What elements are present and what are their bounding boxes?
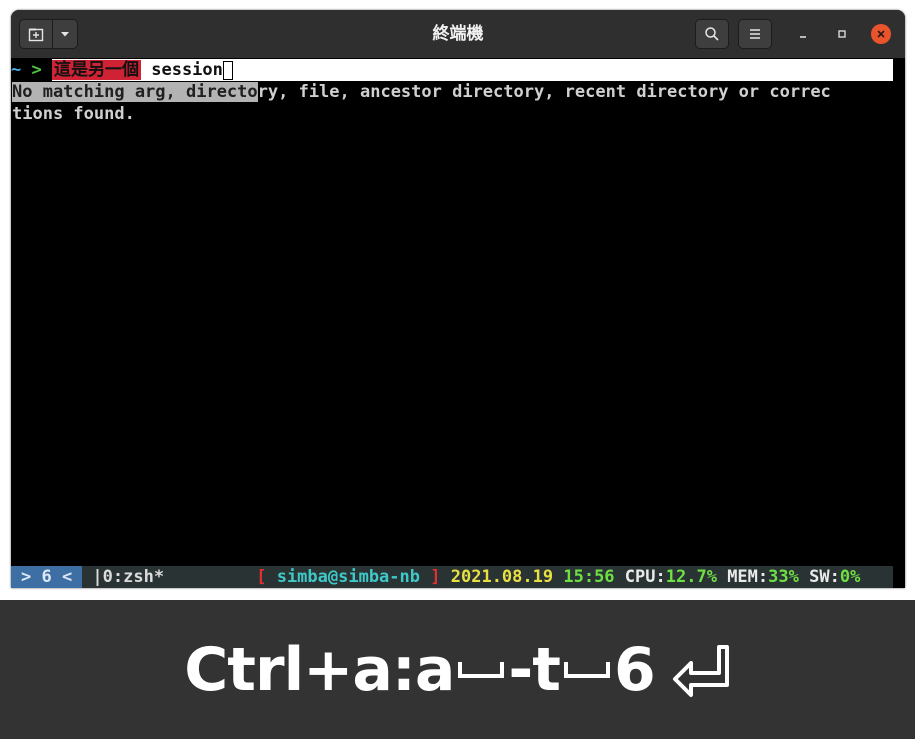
prompt-prefix: ~ > — [11, 59, 52, 81]
output-rest: ry, file, ancestor directory, recent dir… — [257, 82, 831, 102]
minimize-icon — [800, 36, 806, 38]
keystroke-caption: Ctrl+a:a -t 6 — [0, 600, 915, 739]
status-time: 15:56 — [563, 567, 615, 587]
caption-part-1: Ctrl+a:a — [184, 634, 455, 705]
output-line-2: tions found. — [12, 104, 135, 124]
minimize-button[interactable] — [793, 24, 813, 44]
maximize-icon — [838, 30, 846, 38]
title-bar: 終端機 — [11, 10, 905, 58]
status-date: 2021.08.19 — [450, 567, 554, 587]
close-icon — [877, 30, 885, 38]
maximize-button[interactable] — [832, 24, 852, 44]
status-window-indicator[interactable]: > 6 < — [11, 566, 83, 588]
enter-return-icon — [672, 644, 729, 697]
search-icon — [705, 27, 719, 41]
terminal-window: 終端機 ~ > 這是另一個 session No matching arg, d… — [11, 10, 905, 588]
menu-button[interactable] — [738, 19, 772, 49]
space-key-icon — [458, 661, 505, 678]
tmux-status-bar: > 6 < |0:zsh* [ simba@simba-nb ] 2021.08… — [11, 566, 893, 588]
status-mem-label: MEM: — [727, 567, 769, 587]
status-host: simba@simba-nb — [276, 567, 420, 587]
status-cpu-value: 12.7% — [665, 567, 717, 587]
status-sw-label: SW: — [809, 567, 840, 587]
status-mem-value: 33% — [768, 567, 799, 587]
status-sw-value: 0% — [839, 567, 861, 587]
command-input-text[interactable]: session — [141, 60, 223, 80]
space-key-icon — [563, 661, 610, 678]
prompt-tilde: ~ — [11, 60, 22, 80]
close-button[interactable] — [871, 24, 891, 44]
status-cpu-label: CPU: — [624, 567, 666, 587]
terminal-area[interactable]: ~ > 這是另一個 session No matching arg, direc… — [11, 58, 893, 588]
caption-part-3: 6 — [613, 634, 656, 705]
text-cursor — [222, 60, 233, 80]
caption-part-2: -t — [508, 634, 561, 705]
prompt-label: 這是另一個 — [52, 60, 141, 80]
search-button[interactable] — [695, 19, 729, 49]
scrollbar[interactable] — [894, 58, 904, 588]
output-line-1: No matching arg, directory, file, ancest… — [12, 81, 831, 103]
hamburger-menu-icon — [750, 29, 760, 39]
status-bracket-close: ] — [430, 567, 441, 587]
status-bracket-open: [ — [256, 567, 267, 587]
status-tab[interactable]: |0:zsh* — [82, 567, 164, 587]
prompt-arrow: > — [31, 60, 42, 80]
prompt-line[interactable]: ~ > 這是另一個 session — [11, 59, 893, 81]
output-highlighted: No matching arg, directo — [12, 82, 258, 102]
